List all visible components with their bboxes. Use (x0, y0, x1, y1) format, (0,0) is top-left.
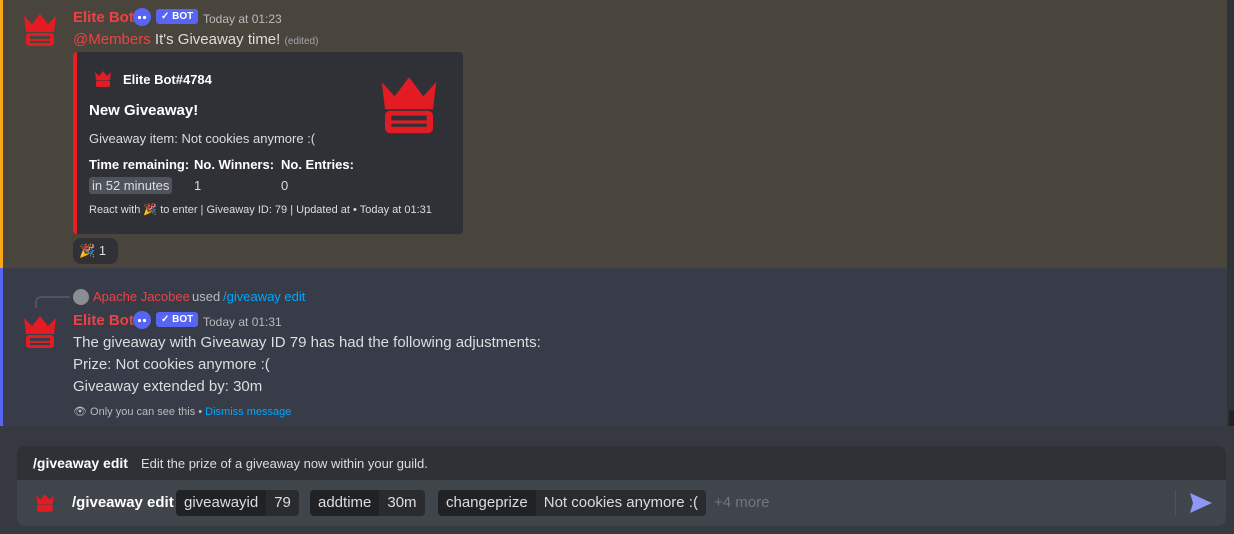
role-mention[interactable]: @Members (73, 31, 151, 48)
more-options[interactable]: +4 more (714, 494, 769, 511)
command-hint-description: Edit the prize of a giveaway now within … (141, 456, 428, 471)
field-value-time: in 52 minutes (89, 177, 173, 194)
dismiss-message-link[interactable]: Dismiss message (205, 406, 291, 418)
send-icon[interactable] (1189, 492, 1213, 514)
scrollbar-track[interactable] (1227, 0, 1234, 446)
footer-prefix: React with (89, 204, 141, 216)
option-changeprize[interactable]: changeprize Not cookies anymore :( (438, 490, 706, 516)
message-line: Giveaway extended by: 30m (73, 378, 263, 395)
message-line: Prize: Not cookies anymore :( (73, 356, 270, 373)
timestamp[interactable]: Today at 01:23 (203, 12, 282, 26)
message-text: @Members It's Giveaway time! (edited) (73, 31, 318, 48)
embed-author-icon (95, 71, 111, 87)
message-composer[interactable]: /giveaway edit giveawayid 79 addtime 30m… (17, 480, 1226, 526)
field-value-entries: 0 (281, 178, 289, 193)
option-key: changeprize (438, 490, 536, 516)
discord-icon (133, 311, 151, 329)
option-key: addtime (310, 490, 380, 516)
user-avatar[interactable] (73, 289, 89, 305)
footer-suffix: to enter | Giveaway ID: 79 | Updated at … (160, 204, 432, 216)
bot-tag: ✓ BOT (156, 9, 199, 24)
option-addtime[interactable]: addtime 30m (310, 490, 425, 516)
message-body: It's Giveaway time! (154, 31, 281, 48)
reply-connector (35, 296, 70, 308)
field-name-winners: No. Winners: (194, 157, 275, 172)
option-value[interactable]: Not cookies anymore :( (535, 490, 706, 516)
time-remaining-pill: in 52 minutes (89, 177, 173, 194)
reply-command[interactable]: /giveaway edit (223, 289, 305, 304)
embed-thumbnail-logo[interactable] (377, 74, 441, 138)
reaction-party[interactable]: 🎉 1 (73, 238, 118, 264)
reply-username[interactable]: Apache Jacobee (93, 289, 190, 304)
option-giveawayid[interactable]: giveawayid 79 (176, 490, 299, 516)
embed-title: New Giveaway! (89, 102, 199, 119)
edited-label: (edited) (284, 36, 319, 47)
bot-app-icon (36, 494, 54, 512)
command-hint[interactable]: /giveaway edit Edit the prize of a givea… (17, 446, 1226, 480)
field-name-time: Time remaining: (89, 157, 190, 172)
timestamp[interactable]: Today at 01:31 (203, 315, 282, 329)
embed-footer: React with 🎉 to enter | Giveaway ID: 79 … (89, 203, 432, 216)
giveaway-embed: Elite Bot#4784 New Giveaway! Giveaway it… (73, 52, 463, 234)
embed-author[interactable]: Elite Bot#4784 (123, 72, 212, 87)
ephemeral-note: 👁 Only you can see this • Dismiss messag… (73, 405, 291, 418)
author-name[interactable]: Elite Bot (73, 9, 134, 26)
bot-avatar[interactable] (20, 312, 60, 352)
field-name-entries: No. Entries: (281, 157, 354, 172)
bot-tag: ✓ BOT (156, 312, 199, 327)
reaction-count: 1 (98, 243, 107, 258)
author-name[interactable]: Elite Bot (73, 312, 134, 329)
message-line: The giveaway with Giveaway ID 79 has had… (73, 334, 541, 351)
composer-divider (1175, 490, 1176, 516)
only-you-label: Only you can see this • (90, 406, 203, 418)
composer-command: /giveaway edit (72, 494, 174, 511)
field-value-winners: 1 (194, 178, 202, 193)
option-value[interactable]: 30m (379, 490, 425, 516)
option-value[interactable]: 79 (266, 490, 299, 516)
discord-icon (133, 8, 151, 26)
bot-avatar[interactable] (20, 10, 60, 50)
option-key: giveawayid (176, 490, 267, 516)
reply-used-label: used (192, 289, 221, 304)
party-icon: 🎉 (79, 243, 96, 258)
command-hint-name: /giveaway edit (33, 455, 128, 471)
embed-description: Giveaway item: Not cookies anymore :( (89, 131, 316, 146)
party-icon: 🎉 (143, 204, 158, 216)
eye-icon: 👁 (73, 406, 87, 418)
